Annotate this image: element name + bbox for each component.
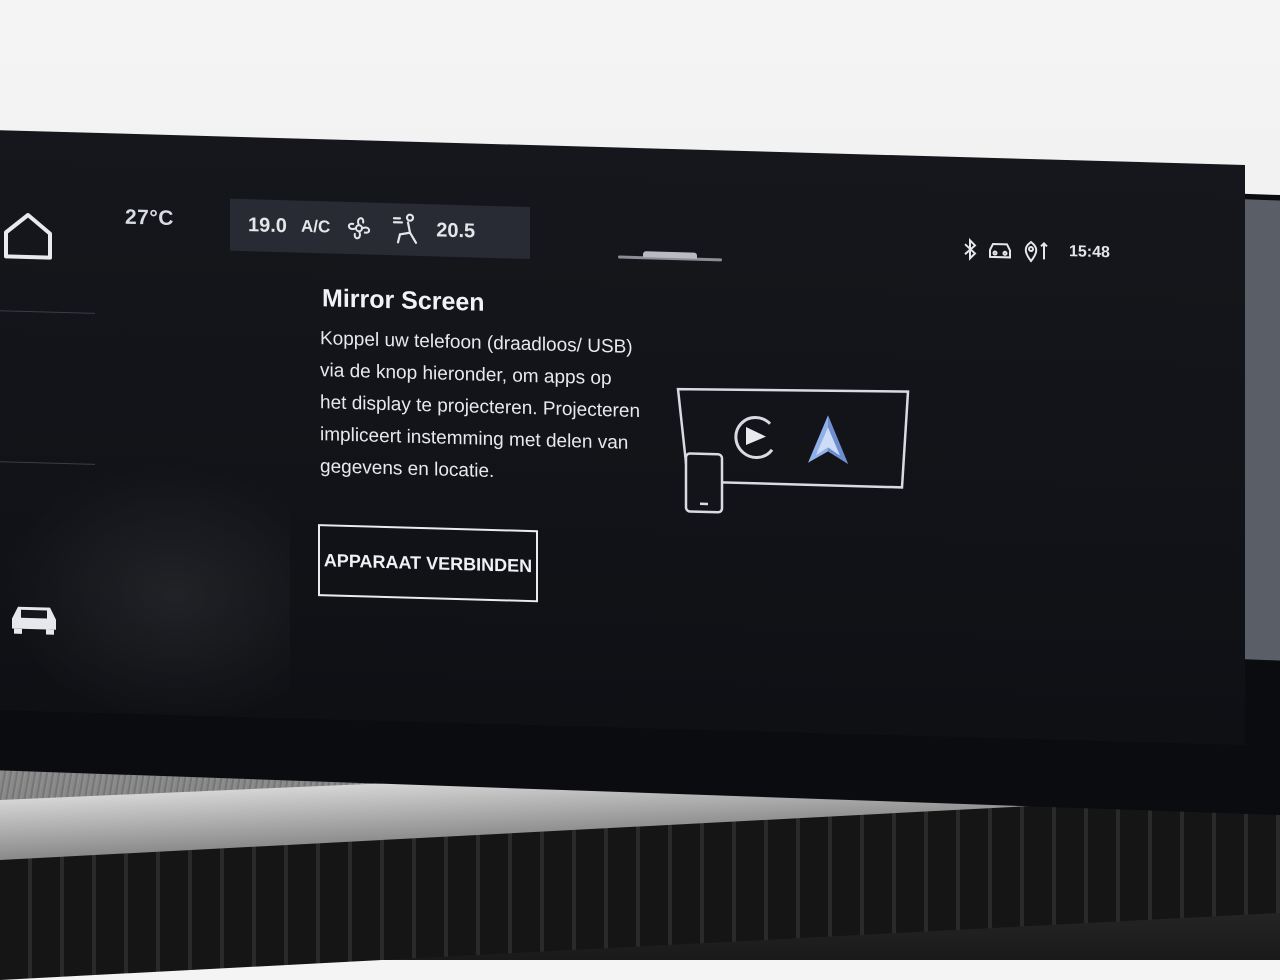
fan-icon[interactable] [344, 213, 374, 244]
location-icon [1022, 239, 1052, 264]
car-icon [8, 598, 60, 635]
seat-airflow-icon[interactable] [388, 212, 422, 247]
right-temperature[interactable]: 20.5 [436, 219, 475, 243]
bluetooth-icon [962, 237, 978, 261]
clock: 15:48 [1069, 243, 1110, 262]
left-temperature[interactable]: 19.0 [248, 214, 287, 238]
mirror-screen-description: Koppel uw telefoon (draadloos/ USB) via … [320, 323, 640, 492]
ac-label[interactable]: A/C [301, 217, 330, 238]
screen-glare [0, 460, 290, 728]
connect-device-button[interactable]: APPARAAT VERBINDEN [318, 524, 538, 602]
vehicle-button[interactable] [8, 598, 60, 640]
climate-bar[interactable]: 19.0 A/C 20.5 [230, 199, 530, 259]
left-panel-edge [0, 310, 95, 465]
home-icon [2, 208, 54, 261]
phone-icon [686, 453, 722, 512]
carplay-icon [736, 417, 772, 458]
android-auto-icon [808, 415, 848, 464]
pull-down-handle[interactable] [618, 255, 722, 261]
outside-temperature: 27°C [125, 206, 174, 231]
infotainment-screen: 27°C 19.0 A/C 20.5 [0, 130, 1245, 745]
connected-car-icon [987, 239, 1013, 262]
status-icons: 15:48 [962, 237, 1110, 265]
home-button[interactable] [2, 208, 54, 266]
mirror-screen-panel: Mirror Screen Koppel uw telefoon (draadl… [320, 284, 640, 492]
page-title: Mirror Screen [322, 284, 640, 322]
screen-side [1245, 199, 1280, 660]
mirror-screen-illustration [670, 381, 920, 533]
